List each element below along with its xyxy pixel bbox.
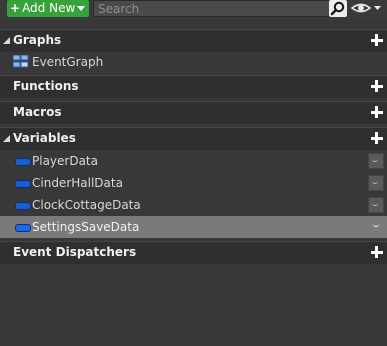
variable-item-clockcottagedata[interactable]: ClockCottageData xyxy=(0,194,387,216)
chevron-down-icon xyxy=(374,6,381,10)
variable-type-pill-icon xyxy=(15,158,31,166)
variable-type-pill-icon xyxy=(15,180,31,188)
search-icon xyxy=(330,1,345,16)
graph-label: EventGraph xyxy=(32,55,104,69)
expand-chevron-icon[interactable] xyxy=(370,219,384,233)
toolbar: + Add New xyxy=(0,0,387,19)
expanded-arrow-icon[interactable] xyxy=(3,135,10,142)
add-new-button[interactable]: + Add New xyxy=(7,0,89,17)
section-event-dispatchers[interactable]: Event Dispatchers xyxy=(0,241,387,264)
section-label: Variables xyxy=(13,131,76,145)
variable-type-pill-icon xyxy=(15,202,31,210)
add-variable-icon[interactable] xyxy=(371,132,383,144)
add-macro-icon[interactable] xyxy=(371,106,383,118)
variable-type-pill-icon xyxy=(15,224,31,232)
view-options-button[interactable] xyxy=(350,1,384,16)
search-input[interactable] xyxy=(93,0,347,17)
section-label: Graphs xyxy=(13,33,62,47)
list-item-eventgraph[interactable]: EventGraph xyxy=(0,51,387,73)
add-function-icon[interactable] xyxy=(371,80,383,92)
add-graph-icon[interactable] xyxy=(371,34,383,46)
event-graph-icon xyxy=(13,55,29,68)
plus-icon: + xyxy=(10,1,21,15)
add-event-dispatcher-icon[interactable] xyxy=(371,246,383,258)
add-new-label: Add New xyxy=(22,1,76,15)
variable-item-cinderhalldata[interactable]: CinderHallData xyxy=(0,172,387,194)
section-label: Functions xyxy=(13,79,79,93)
expand-chevron-icon[interactable] xyxy=(368,197,384,213)
expand-chevron-icon[interactable] xyxy=(368,153,384,169)
search-button[interactable] xyxy=(329,0,347,17)
chevron-down-icon xyxy=(77,6,85,11)
variable-label: ClockCottageData xyxy=(32,198,141,212)
section-graphs[interactable]: Graphs xyxy=(0,29,387,52)
eye-icon xyxy=(350,3,381,13)
variable-item-settingssavedata[interactable]: SettingsSaveData xyxy=(0,216,387,238)
variable-label: PlayerData xyxy=(32,154,98,168)
section-macros[interactable]: Macros xyxy=(0,101,387,124)
expanded-arrow-icon[interactable] xyxy=(3,37,10,44)
section-functions[interactable]: Functions xyxy=(0,75,387,98)
section-label: Macros xyxy=(13,105,62,119)
variable-label: SettingsSaveData xyxy=(32,220,140,234)
expand-chevron-icon[interactable] xyxy=(368,175,384,191)
variable-item-playerdata[interactable]: PlayerData xyxy=(0,150,387,172)
variable-label: CinderHallData xyxy=(32,176,123,190)
section-label: Event Dispatchers xyxy=(13,245,137,259)
section-variables[interactable]: Variables xyxy=(0,127,387,150)
